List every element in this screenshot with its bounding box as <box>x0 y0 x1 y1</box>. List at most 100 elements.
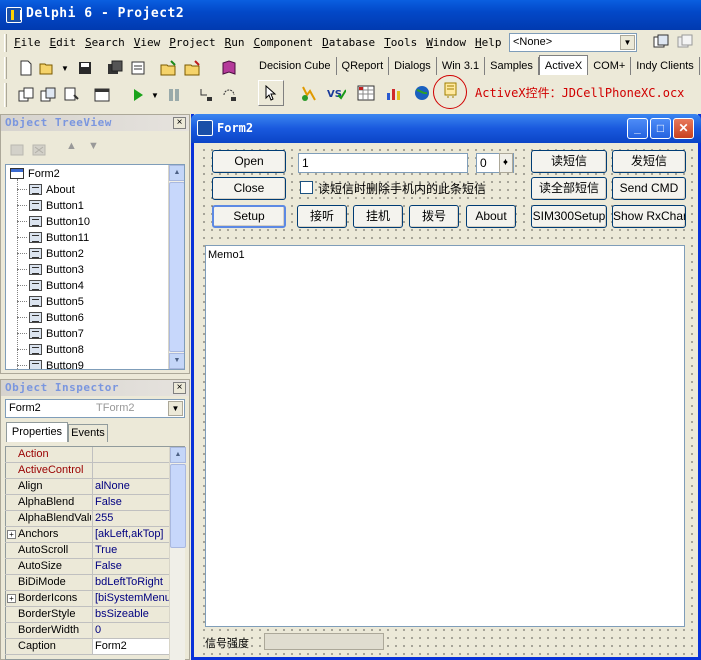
tree-item-button7[interactable]: Button7 <box>29 326 84 342</box>
menu-window[interactable]: Window <box>422 34 471 52</box>
property-row-autosize[interactable]: AutoSize False <box>5 559 169 575</box>
property-row-action[interactable]: Action <box>5 447 169 463</box>
tab-qreport[interactable]: QReport <box>337 57 390 75</box>
menu-tools[interactable]: Tools <box>380 34 422 52</box>
view-unit-icon[interactable] <box>15 84 37 106</box>
toggle-form-unit-icon[interactable] <box>61 84 83 106</box>
toolbar-grip[interactable] <box>4 57 7 79</box>
save-disk-icon[interactable] <box>74 57 96 79</box>
toolbar-grip-2[interactable] <box>4 83 7 107</box>
menu-run[interactable]: Run <box>221 34 250 52</box>
hangup-button[interactable]: 挂机 <box>353 205 403 228</box>
property-row-borderwidth[interactable]: BorderWidth 0 <box>5 623 169 639</box>
property-row-alphablendvalue[interactable]: AlphaBlendValue255 <box>5 511 169 527</box>
arrow-down-icon[interactable]: ▼ <box>88 140 99 152</box>
delete-item-icon[interactable] <box>28 138 50 160</box>
read-all-sms-button[interactable]: 读全部短信 <box>531 177 607 200</box>
open-button[interactable]: Open <box>212 150 286 173</box>
menu-database[interactable]: Database <box>318 34 380 52</box>
scroll-down-icon[interactable]: ▼ <box>169 353 184 369</box>
tab-events[interactable]: Events <box>68 424 108 442</box>
tree-item-button4[interactable]: Button4 <box>29 278 84 294</box>
new-file-icon[interactable] <box>15 57 37 79</box>
new-item-icon[interactable] <box>6 138 28 160</box>
tree-scroll-thumb[interactable] <box>169 182 184 352</box>
send-cmd-button[interactable]: Send CMD <box>612 177 686 200</box>
tab-win31[interactable]: Win 3.1 <box>437 57 486 75</box>
formula-one-component-icon[interactable] <box>355 82 377 104</box>
about-button[interactable]: About <box>466 205 516 228</box>
tree-scrollbar[interactable]: ▲ ▼ <box>168 165 184 369</box>
pause-icon[interactable] <box>163 84 185 106</box>
menu-view[interactable]: View <box>130 34 166 52</box>
save-all-icon[interactable] <box>104 57 126 79</box>
property-row-anchors[interactable]: + Anchors [akLeft,akTop] <box>5 527 169 543</box>
property-row-alphablend[interactable]: AlphaBlend False <box>5 495 169 511</box>
step-over-icon[interactable] <box>219 84 241 106</box>
close-icon[interactable]: × <box>173 117 186 129</box>
tree-item-button6[interactable]: Button6 <box>29 310 84 326</box>
spin-up-down-icon[interactable] <box>499 153 513 173</box>
chevron-down-icon[interactable]: ▼ <box>620 35 635 50</box>
tree-item-button8[interactable]: Button8 <box>29 342 84 358</box>
setup-button[interactable]: Setup <box>212 205 286 228</box>
property-row-activecontrol[interactable]: ActiveControl <box>5 463 169 479</box>
menu-component[interactable]: Component <box>250 34 319 52</box>
dial-button[interactable]: 拨号 <box>409 205 459 228</box>
tree-item-button1[interactable]: Button1 <box>29 198 84 214</box>
run-dropdown-chevron-icon[interactable]: ▼ <box>151 91 159 100</box>
phone-number-input[interactable]: 1 <box>298 153 468 173</box>
run-play-icon[interactable] <box>127 84 149 106</box>
tab-activex[interactable]: ActiveX <box>538 55 589 75</box>
tree-item-button10[interactable]: Button10 <box>29 214 90 230</box>
tab-com-plus[interactable]: COM+ <box>588 57 632 75</box>
view-form-icon[interactable] <box>37 84 59 106</box>
inspector-scrollbar[interactable]: ▲ <box>169 447 186 660</box>
tree-item-button9[interactable]: Button9 <box>29 358 84 369</box>
property-row-autoscroll[interactable]: AutoScroll True <box>5 543 169 559</box>
close-icon[interactable]: ✕ <box>673 118 694 139</box>
memo1[interactable]: Memo1 <box>205 245 685 627</box>
send-sms-button[interactable]: 发短信 <box>612 150 686 173</box>
trace-into-icon[interactable] <box>195 84 217 106</box>
arrow-up-icon[interactable]: ▲ <box>66 140 77 152</box>
property-row-bordericons[interactable]: + BorderIcons [biSystemMenu, <box>5 591 169 607</box>
property-row-align[interactable]: Align alNone <box>5 479 169 495</box>
pointer-arrow-icon[interactable] <box>258 80 284 106</box>
tree-item-about[interactable]: About <box>29 182 75 198</box>
delete-after-read-checkbox[interactable] <box>300 181 313 194</box>
close-button[interactable]: Close <box>212 177 286 200</box>
tab-decision-cube[interactable]: Decision Cube <box>254 57 337 75</box>
inspector-scroll-thumb[interactable] <box>170 464 186 548</box>
sim300-setup-button[interactable]: SIM300Setup <box>531 205 607 228</box>
property-row-borderstyle[interactable]: BorderStyle bsSizeable <box>5 607 169 623</box>
open-folder-icon[interactable] <box>37 57 59 79</box>
scroll-up-icon[interactable]: ▲ <box>170 447 186 463</box>
form2-title-bar[interactable]: Form2 _ □ ✕ <box>191 114 701 143</box>
new-form-icon[interactable] <box>91 84 113 106</box>
chart-fx-component-icon[interactable] <box>298 82 320 104</box>
remove-file-from-project-icon[interactable] <box>182 57 204 79</box>
menu-project[interactable]: Project <box>165 34 220 52</box>
scroll-up-icon[interactable]: ▲ <box>169 165 184 181</box>
open-project-icon[interactable] <box>128 57 150 79</box>
tree-item-button5[interactable]: Button5 <box>29 294 84 310</box>
tab-samples[interactable]: Samples <box>485 57 539 75</box>
menu-help[interactable]: Help <box>471 34 507 52</box>
open-dropdown-chevron-icon[interactable]: ▼ <box>61 64 69 73</box>
show-rxchar-button[interactable]: Show RxChar <box>612 205 686 228</box>
tree-item-button3[interactable]: Button3 <box>29 262 84 278</box>
tab-properties[interactable]: Properties <box>6 422 68 442</box>
menu-search[interactable]: Search <box>81 34 130 52</box>
index-spin-edit[interactable]: 0 <box>476 153 514 173</box>
menu-file[interactable]: File <box>10 34 46 52</box>
tree-item-button2[interactable]: Button2 <box>29 246 84 262</box>
graphics-server-component-icon[interactable] <box>411 82 433 104</box>
menu-edit[interactable]: Edit <box>46 34 82 52</box>
help-book-icon[interactable] <box>218 57 240 79</box>
tree-item-button11[interactable]: Button11 <box>29 230 89 246</box>
inspector-object-combo[interactable]: Form2 TForm2 ▼ <box>5 399 185 418</box>
property-row-bidimode[interactable]: BiDiMode bdLeftToRight <box>5 575 169 591</box>
minimize-icon[interactable]: _ <box>627 118 648 139</box>
jdcellphone-activex-icon[interactable] <box>440 80 462 102</box>
